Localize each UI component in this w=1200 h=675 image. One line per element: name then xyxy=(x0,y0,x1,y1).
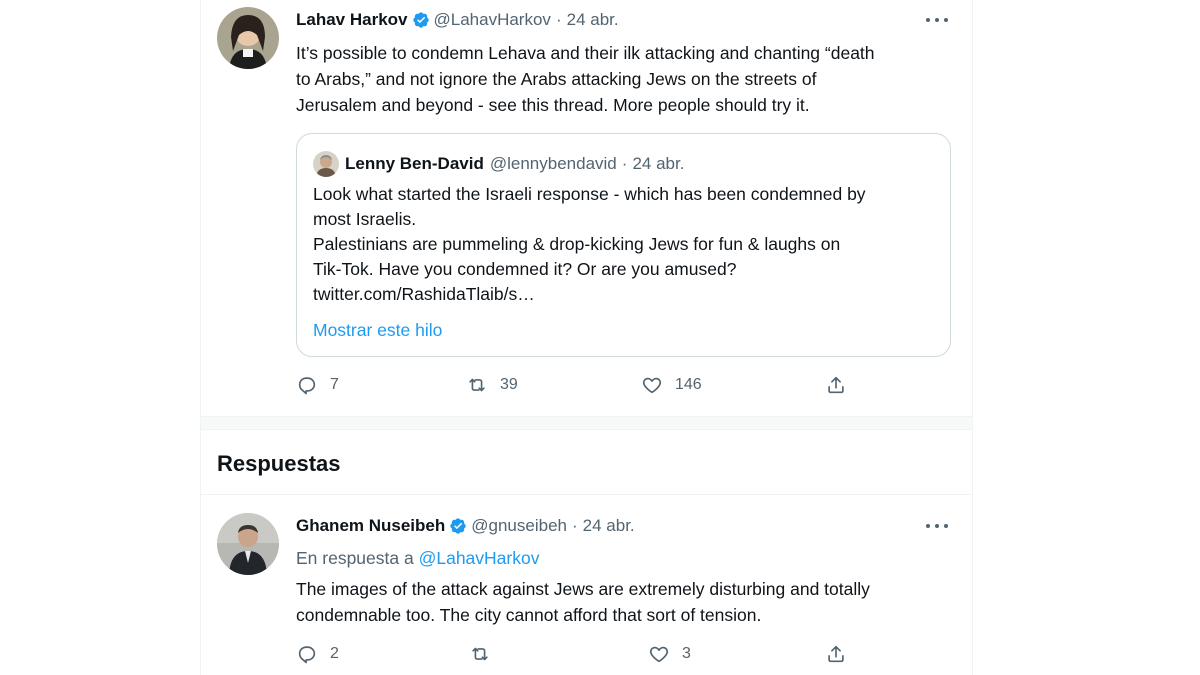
share-button[interactable] xyxy=(825,374,847,396)
more-icon[interactable] xyxy=(926,519,948,533)
retweet-button[interactable] xyxy=(469,643,503,665)
replies-heading: Respuestas xyxy=(217,451,341,476)
tweet-text-line: to Arabs,” and not ignore the Arabs atta… xyxy=(296,69,817,89)
tweet-actions: 2 3 xyxy=(296,643,856,669)
retweet-icon xyxy=(472,647,488,661)
tweet-date[interactable]: 24 abr. xyxy=(567,10,619,30)
like-count: 146 xyxy=(675,376,702,393)
tweet-header: Lahav Harkov @LahavHarkov · 24 abr. xyxy=(296,8,619,32)
separator: · xyxy=(571,516,578,535)
like-button[interactable]: 3 xyxy=(648,643,691,665)
retweet-button[interactable]: 39 xyxy=(466,374,518,396)
reply-icon xyxy=(298,646,316,664)
share-icon xyxy=(828,645,844,663)
reply-count: 7 xyxy=(330,376,339,393)
quoted-text-link[interactable]: twitter.com/RashidaTlaib/s… xyxy=(313,282,866,307)
replying-to-handle[interactable]: @LahavHarkov xyxy=(419,548,540,568)
show-thread-link[interactable]: Mostrar este hilo xyxy=(313,320,442,341)
like-button[interactable]: 146 xyxy=(641,374,702,396)
tweet-text-line: It’s possible to condemn Lehava and thei… xyxy=(296,43,875,63)
retweet-icon xyxy=(469,378,485,392)
quoted-text-line: Tik-Tok. Have you condemned it? Or are y… xyxy=(313,259,737,279)
like-count: 3 xyxy=(682,645,691,662)
tweet-actions: 7 39 146 xyxy=(296,374,856,400)
author-name[interactable]: Ghanem Nuseibeh xyxy=(296,516,445,536)
quoted-text-line: most Israelis. xyxy=(313,209,417,229)
quoted-tweet-header: Lenny Ben-David @lennybendavid · 24 abr. xyxy=(313,151,685,177)
section-gap xyxy=(201,416,972,430)
author-name[interactable]: Lahav Harkov xyxy=(296,10,408,30)
author-handle[interactable]: @gnuseibeh xyxy=(471,516,567,536)
quoted-tweet-date: 24 abr. xyxy=(632,154,685,173)
quoted-tweet[interactable]: Lenny Ben-David @lennybendavid · 24 abr.… xyxy=(296,133,951,357)
reply-tweet-header: Ghanem Nuseibeh @gnuseibeh · 24 abr. xyxy=(296,514,635,538)
avatar[interactable] xyxy=(217,513,279,575)
tweet-text: The images of the attack against Jews ar… xyxy=(296,576,946,628)
share-icon xyxy=(828,376,844,394)
share-button[interactable] xyxy=(825,643,847,665)
reply-count: 2 xyxy=(330,645,339,662)
quoted-tweet-text: Look what started the Israeli response -… xyxy=(313,182,866,307)
separator: · xyxy=(555,10,562,29)
tweet-text-line: condemnable too. The city cannot afford … xyxy=(296,605,762,625)
quoted-author-name: Lenny Ben-David xyxy=(345,154,484,173)
replying-to-label: En respuesta a xyxy=(296,548,414,568)
timeline-panel: Lahav Harkov @LahavHarkov · 24 abr. It’s… xyxy=(200,0,973,675)
tweet-text-line: The images of the attack against Jews ar… xyxy=(296,579,870,599)
avatar[interactable] xyxy=(217,7,279,69)
tweet-text: It’s possible to condemn Lehava and thei… xyxy=(296,40,946,118)
reply-button[interactable]: 7 xyxy=(296,374,339,396)
quoted-avatar xyxy=(313,151,339,177)
replying-to: En respuesta a @LahavHarkov xyxy=(296,548,539,569)
reply-button[interactable]: 2 xyxy=(296,643,339,665)
quoted-author-handle: @lennybendavid xyxy=(489,154,617,173)
retweet-count: 39 xyxy=(500,376,518,393)
like-icon xyxy=(642,377,662,394)
tweet-text-line: Jerusalem and beyond - see this thread. … xyxy=(296,95,810,115)
quoted-text-line: Palestinians are pummeling & drop-kickin… xyxy=(313,234,841,254)
tweet-date[interactable]: 24 abr. xyxy=(583,516,635,536)
separator: · xyxy=(621,154,628,173)
verified-badge-icon xyxy=(449,517,467,535)
reply-icon xyxy=(298,377,316,395)
quoted-text-line: Look what started the Israeli response -… xyxy=(313,184,866,204)
main-tweet[interactable]: Lahav Harkov @LahavHarkov · 24 abr. It’s… xyxy=(201,0,972,416)
author-handle[interactable]: @LahavHarkov xyxy=(434,10,551,30)
more-icon[interactable] xyxy=(926,13,948,27)
verified-badge-icon xyxy=(412,11,430,29)
like-icon xyxy=(649,646,669,663)
